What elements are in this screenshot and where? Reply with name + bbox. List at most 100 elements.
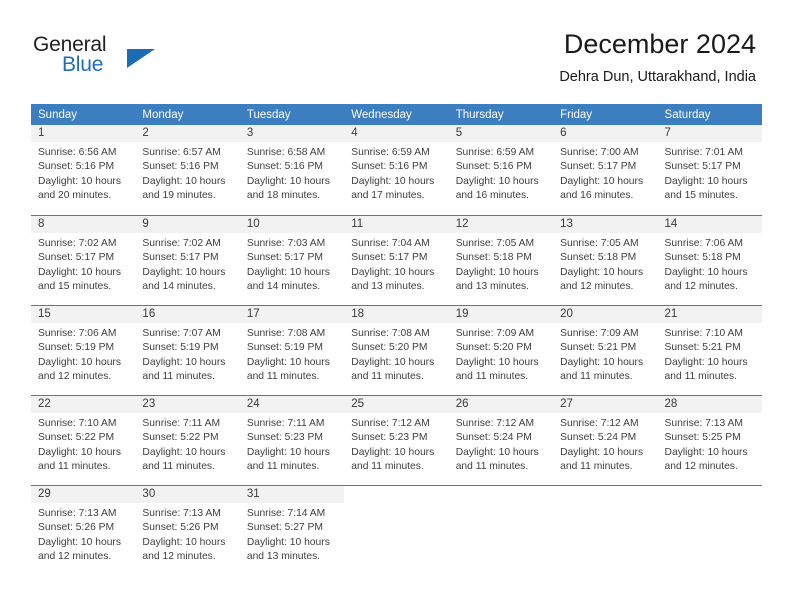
calendar-day-cell[interactable]: 12 Sunrise: 7:05 AM Sunset: 5:18 PM Dayligh…	[448, 215, 554, 305]
daylight-text-line2: and 11 minutes.	[246, 461, 320, 473]
daylight-text-line1: Daylight: 10 hours	[351, 266, 435, 278]
daylight-text-line1: Daylight: 10 hours	[664, 356, 748, 368]
calendar-cell: 5 Sunrise: 6:59 AM Sunset: 5:16 PM Daylight…	[448, 125, 554, 215]
daylight-text-line1: Daylight: 10 hours	[664, 175, 748, 187]
calendar-day-cell[interactable]: 4 Sunrise: 6:59 AM Sunset: 5:16 PM Daylight…	[344, 125, 449, 215]
day-number	[553, 486, 657, 503]
daylight-text-line2: and 15 minutes.	[38, 281, 112, 293]
daylight-text-line1: Daylight: 10 hours	[455, 175, 539, 187]
sunset-text: Sunset: 5:20 PM	[455, 342, 532, 354]
calendar-day-cell[interactable]: 19 Sunrise: 7:09 AM Sunset: 5:20 PM Dayligh…	[448, 305, 554, 395]
calendar-day-cell[interactable]: 18 Sunrise: 7:08 AM Sunset: 5:20 PM Dayligh…	[344, 305, 449, 395]
calendar-day-cell[interactable]: 1 Sunrise: 6:56 AM Sunset: 5:16 PM Daylight…	[31, 125, 136, 215]
sunrise-text: Sunrise: 7:06 AM	[664, 238, 743, 249]
daylight-text-line2: and 18 minutes.	[246, 190, 321, 202]
daylight-text-line1: Daylight: 10 hours	[38, 536, 121, 548]
daylight-text-line2: and 17 minutes.	[351, 190, 425, 202]
calendar-day-cell[interactable]: 20 Sunrise: 7:09 AM Sunset: 5:21 PM Dayligh…	[553, 305, 658, 395]
calendar-cell: 16 Sunrise: 7:07 AM Sunset: 5:19 PM Dayligh…	[135, 305, 240, 395]
sunrise-text: Sunrise: 7:11 AM	[246, 418, 325, 429]
calendar-cell: 20 Sunrise: 7:09 AM Sunset: 5:21 PM Dayligh…	[553, 305, 658, 395]
day-details: Sunrise: 6:57 AM Sunset: 5:16 PM Daylight:…	[135, 142, 239, 204]
sunrise-text: Sunrise: 6:58 AM	[246, 147, 326, 158]
calendar-day-cell[interactable]: 28 Sunrise: 7:13 AM Sunset: 5:25 PM Dayligh…	[657, 395, 762, 485]
brand-logo[interactable]: General Blue	[33, 33, 253, 85]
calendar-week-row: 8 Sunrise: 7:02 AM Sunset: 5:17 PM Daylight…	[31, 215, 762, 305]
day-details: Sunrise: 7:06 AM Sunset: 5:19 PM Daylight:…	[31, 323, 135, 385]
daylight-text-line1: Daylight: 10 hours	[142, 175, 226, 187]
sunset-text: Sunset: 5:19 PM	[38, 342, 115, 354]
day-details: Sunrise: 7:13 AM Sunset: 5:25 PM Daylight:…	[658, 413, 762, 475]
day-number: 6	[553, 125, 658, 142]
calendar-day-cell[interactable]: 13 Sunrise: 7:05 AM Sunset: 5:18 PM Dayligh…	[553, 215, 658, 305]
calendar-day-cell[interactable]: 3 Sunrise: 6:58 AM Sunset: 5:16 PM Daylight…	[239, 125, 345, 215]
calendar-cell	[553, 485, 658, 575]
calendar-day-cell-empty	[344, 485, 449, 575]
day-details: Sunrise: 7:09 AM Sunset: 5:21 PM Daylight:…	[553, 323, 657, 385]
daylight-text-line1: Daylight: 10 hours	[142, 536, 226, 548]
calendar-day-cell-empty	[448, 485, 554, 575]
sunrise-text: Sunrise: 7:02 AM	[142, 238, 221, 249]
calendar-day-cell[interactable]: 23 Sunrise: 7:11 AM Sunset: 5:22 PM Dayligh…	[135, 395, 240, 485]
day-details: Sunrise: 7:09 AM Sunset: 5:20 PM Daylight:…	[449, 323, 553, 385]
sunset-text: Sunset: 5:18 PM	[455, 252, 532, 264]
calendar-cell: 28 Sunrise: 7:13 AM Sunset: 5:25 PM Dayligh…	[657, 395, 762, 485]
calendar-day-cell[interactable]: 11 Sunrise: 7:04 AM Sunset: 5:17 PM Dayligh…	[344, 215, 449, 305]
calendar-day-cell[interactable]: 16 Sunrise: 7:07 AM Sunset: 5:19 PM Dayligh…	[135, 305, 240, 395]
calendar-day-cell[interactable]: 25 Sunrise: 7:12 AM Sunset: 5:23 PM Dayligh…	[344, 395, 449, 485]
calendar-day-cell[interactable]: 30 Sunrise: 7:13 AM Sunset: 5:26 PM Dayligh…	[135, 485, 240, 575]
calendar-day-cell[interactable]: 10 Sunrise: 7:03 AM Sunset: 5:17 PM Dayligh…	[239, 215, 345, 305]
day-number: 25	[344, 396, 449, 413]
calendar-day-cell[interactable]: 14 Sunrise: 7:06 AM Sunset: 5:18 PM Dayligh…	[657, 215, 762, 305]
day-number: 20	[553, 306, 658, 323]
sunset-text: Sunset: 5:22 PM	[38, 432, 115, 444]
daylight-text-line1: Daylight: 10 hours	[351, 446, 435, 458]
calendar-day-cell[interactable]: 7 Sunrise: 7:01 AM Sunset: 5:17 PM Daylight…	[657, 125, 762, 215]
daylight-text-line2: and 20 minutes.	[38, 190, 112, 202]
daylight-text-line2: and 11 minutes.	[142, 461, 215, 473]
calendar-day-cell[interactable]: 22 Sunrise: 7:10 AM Sunset: 5:22 PM Dayligh…	[31, 395, 136, 485]
calendar-day-cell[interactable]: 24 Sunrise: 7:11 AM Sunset: 5:23 PM Dayligh…	[239, 395, 345, 485]
calendar-day-cell[interactable]: 6 Sunrise: 7:00 AM Sunset: 5:17 PM Daylight…	[553, 125, 658, 215]
day-number: 23	[135, 396, 240, 413]
calendar-cell: 24 Sunrise: 7:11 AM Sunset: 5:23 PM Dayligh…	[239, 395, 345, 485]
calendar-day-cell[interactable]: 17 Sunrise: 7:08 AM Sunset: 5:19 PM Dayligh…	[239, 305, 345, 395]
location-subtitle: Dehra Dun, Uttarakhand, India	[559, 69, 756, 85]
sunset-text: Sunset: 5:18 PM	[664, 252, 741, 264]
calendar-day-cell[interactable]: 9 Sunrise: 7:02 AM Sunset: 5:17 PM Daylight…	[135, 215, 240, 305]
daylight-text-line2: and 12 minutes.	[38, 371, 112, 383]
calendar-day-cell[interactable]: 5 Sunrise: 6:59 AM Sunset: 5:16 PM Daylight…	[448, 125, 554, 215]
sunrise-text: Sunrise: 7:11 AM	[142, 418, 221, 429]
daylight-text-line2: and 14 minutes.	[142, 281, 216, 293]
calendar-day-cell[interactable]: 29 Sunrise: 7:13 AM Sunset: 5:26 PM Dayligh…	[31, 485, 136, 575]
day-number: 22	[31, 396, 136, 413]
day-details: Sunrise: 7:05 AM Sunset: 5:18 PM Daylight:…	[449, 233, 553, 295]
day-number	[344, 486, 448, 503]
day-number: 26	[448, 396, 554, 413]
calendar-day-cell[interactable]: 31 Sunrise: 7:14 AM Sunset: 5:27 PM Dayligh…	[239, 485, 345, 575]
calendar-day-cell[interactable]: 8 Sunrise: 7:02 AM Sunset: 5:17 PM Daylight…	[31, 215, 136, 305]
sunset-text: Sunset: 5:26 PM	[142, 522, 219, 534]
calendar-cell: 18 Sunrise: 7:08 AM Sunset: 5:20 PM Dayligh…	[344, 305, 449, 395]
sunset-text: Sunset: 5:16 PM	[351, 161, 428, 173]
calendar-day-cell[interactable]: 27 Sunrise: 7:12 AM Sunset: 5:24 PM Dayligh…	[553, 395, 658, 485]
calendar-cell: 21 Sunrise: 7:10 AM Sunset: 5:21 PM Dayligh…	[657, 305, 762, 395]
calendar-cell	[657, 485, 762, 575]
daylight-text-line2: and 13 minutes.	[246, 551, 321, 563]
calendar-cell: 9 Sunrise: 7:02 AM Sunset: 5:17 PM Daylight…	[135, 215, 240, 305]
sunrise-text: Sunrise: 6:57 AM	[142, 147, 221, 158]
sunset-text: Sunset: 5:20 PM	[351, 342, 428, 354]
day-number: 14	[657, 216, 762, 233]
daylight-text-line2: and 19 minutes.	[142, 190, 216, 202]
calendar-day-cell[interactable]: 26 Sunrise: 7:12 AM Sunset: 5:24 PM Dayligh…	[448, 395, 554, 485]
day-details: Sunrise: 7:10 AM Sunset: 5:21 PM Daylight:…	[658, 323, 762, 385]
calendar-day-cell[interactable]: 2 Sunrise: 6:57 AM Sunset: 5:16 PM Daylight…	[135, 125, 240, 215]
calendar-cell: 23 Sunrise: 7:11 AM Sunset: 5:22 PM Dayligh…	[135, 395, 240, 485]
calendar-day-cell-empty	[657, 485, 762, 575]
sunrise-text: Sunrise: 7:13 AM	[142, 508, 221, 519]
day-details: Sunrise: 7:06 AM Sunset: 5:18 PM Daylight:…	[658, 233, 762, 295]
calendar-day-cell[interactable]: 21 Sunrise: 7:10 AM Sunset: 5:21 PM Dayligh…	[657, 305, 762, 395]
calendar-day-cell[interactable]: 15 Sunrise: 7:06 AM Sunset: 5:19 PM Dayligh…	[31, 305, 136, 395]
calendar-header-row: Sunday Monday Tuesday Wednesday Thursday…	[31, 104, 762, 125]
sunrise-text: Sunrise: 7:13 AM	[664, 418, 743, 429]
